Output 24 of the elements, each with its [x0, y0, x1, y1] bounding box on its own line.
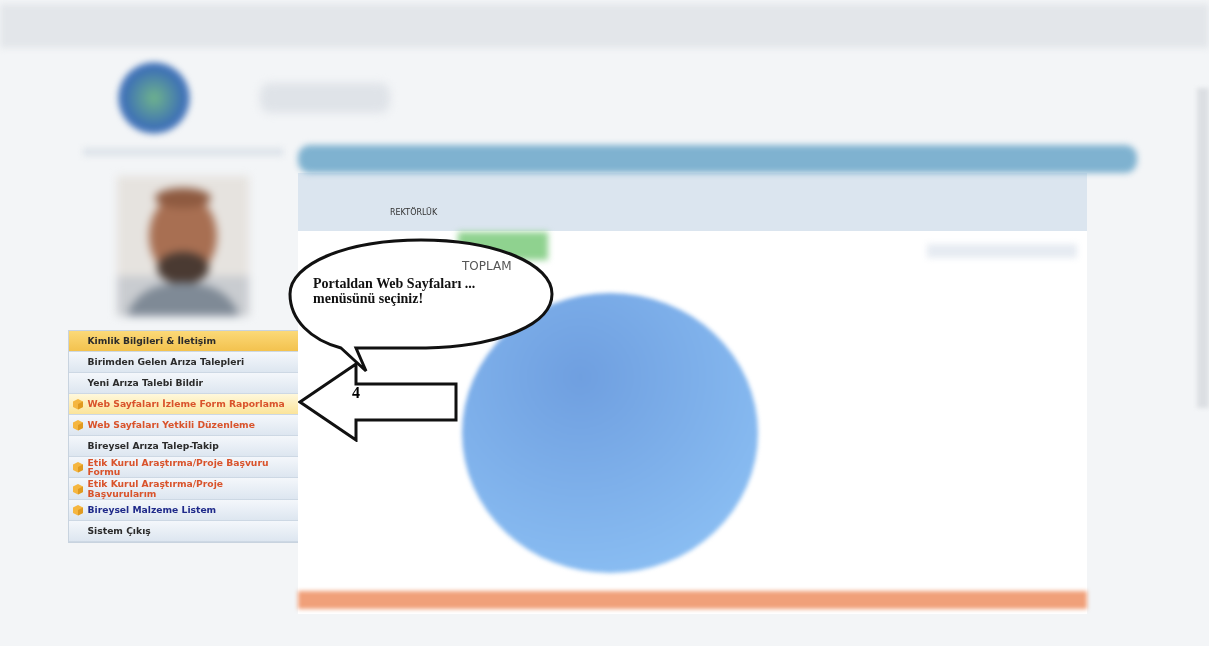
menu-label: Birimden Gelen Arıza Talepleri	[87, 357, 245, 367]
menu-item[interactable]: Bireysel Malzeme Listem	[68, 499, 298, 521]
menu-item[interactable]: Bireysel Arıza Talep-Takip	[68, 436, 298, 457]
menu-item[interactable]: Yeni Arıza Talebi Bildir	[68, 373, 298, 394]
menu-item[interactable]: Web Sayfaları İzleme Form Raporlama	[68, 394, 298, 415]
menu-item[interactable]: Etik Kurul Araştırma/Proje Başvurularım	[68, 478, 298, 500]
logo-icon	[118, 62, 190, 134]
menu-label: Yeni Arıza Talebi Bildir	[87, 378, 204, 388]
menu-item[interactable]: Kimlik Bilgileri & İletişim	[68, 331, 298, 352]
menu-label: Etik Kurul Araştırma/Proje Başvurularım	[87, 479, 224, 498]
menu-label: Sistem Çıkış	[87, 526, 151, 536]
menu-label: Web Sayfaları İzleme Form Raporlama	[87, 399, 285, 409]
callout-text: Portaldan Web Sayfaları ... menüsünü seçiniz!	[313, 276, 477, 307]
menu-label: Bireysel Malzeme Listem	[87, 505, 217, 515]
unit-text: REKTÖRLÜK	[390, 208, 438, 217]
menu-label: Kimlik Bilgileri & İletişim	[87, 336, 216, 346]
menu-item[interactable]: Birimden Gelen Arıza Talepleri	[68, 352, 298, 373]
menu-item[interactable]: Etik Kurul Araştırma/Proje Başvuru Formu	[68, 457, 298, 479]
menu-label: Etik Kurul Araştırma/Proje Başvuru Formu	[87, 458, 270, 477]
step-number: 4	[352, 384, 360, 402]
total-label: TOPLAM	[462, 259, 512, 273]
menu-label: Bireysel Arıza Talep-Takip	[87, 441, 219, 451]
menu-label: Web Sayfaları Yetkili Düzenleme	[87, 420, 255, 430]
menu-item[interactable]: Sistem Çıkış	[68, 520, 298, 542]
